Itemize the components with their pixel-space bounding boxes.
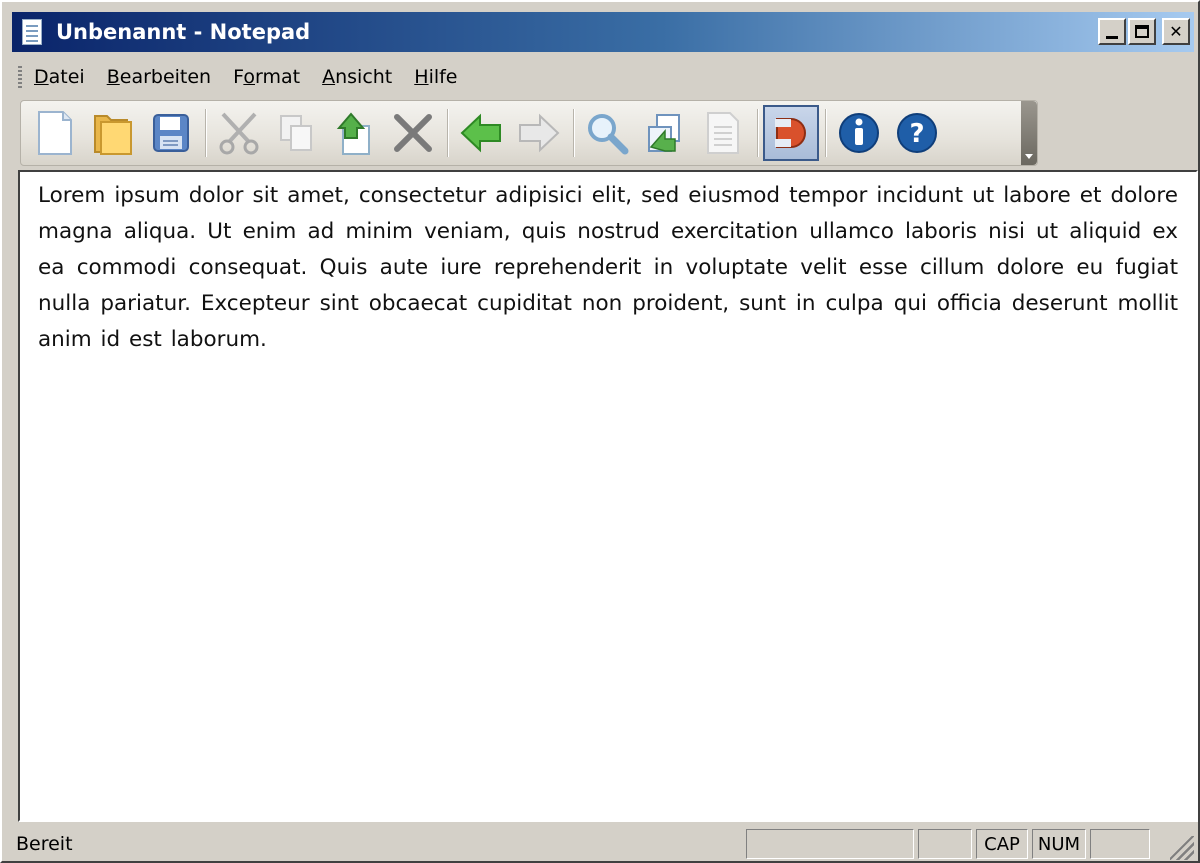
page-setup-icon — [707, 112, 739, 154]
delete-button[interactable] — [385, 105, 441, 161]
info-button[interactable] — [831, 105, 887, 161]
toolbar-separator — [825, 109, 827, 157]
status-bar: Bereit CAP NUM — [12, 828, 1194, 860]
minimize-icon — [1106, 36, 1118, 39]
paste-icon — [336, 112, 370, 155]
text-editor-area[interactable]: Lorem ipsum dolor sit amet, consectetur … — [18, 170, 1198, 822]
toolbar-separator — [447, 109, 449, 157]
help-icon: ? — [897, 113, 937, 153]
toolbar-separator — [205, 109, 207, 157]
menu-ansicht[interactable]: Ansicht — [316, 66, 408, 88]
status-panel-position — [746, 829, 914, 859]
redo-arrow-icon — [519, 113, 560, 153]
redo-button[interactable] — [511, 105, 567, 161]
new-button[interactable] — [27, 105, 83, 161]
word-wrap-toggle[interactable] — [763, 105, 819, 161]
toolbar: ? — [20, 100, 1038, 166]
find-icon — [588, 114, 629, 155]
copy-icon — [280, 115, 312, 151]
menu-datei[interactable]: Datei — [28, 66, 101, 88]
caption-buttons: ✕ — [1098, 18, 1190, 45]
open-folder-icon — [94, 115, 132, 155]
menu-hilfe[interactable]: Hilfe — [408, 66, 473, 88]
status-panel-scroll — [1090, 829, 1150, 859]
title-bar[interactable]: Unbenannt - Notepad ✕ — [12, 12, 1194, 52]
menu-bar: Datei Bearbeiten Format Ansicht Hilfe — [12, 58, 1194, 96]
replace-icon — [648, 114, 680, 152]
info-icon — [839, 113, 879, 153]
notepad-window: Unbenannt - Notepad ✕ Datei Bearbeiten F… — [0, 0, 1200, 863]
delete-icon — [394, 114, 432, 152]
minimize-button[interactable] — [1098, 18, 1126, 45]
notepad-app-icon[interactable] — [18, 17, 46, 47]
cut-button[interactable] — [211, 105, 267, 161]
status-num-indicator: NUM — [1032, 829, 1086, 859]
menu-bearbeiten[interactable]: Bearbeiten — [101, 66, 227, 88]
page-setup-button[interactable] — [695, 105, 751, 161]
undo-button[interactable] — [453, 105, 509, 161]
status-panel-blank — [918, 829, 972, 859]
find-button[interactable] — [579, 105, 635, 161]
menu-grip-handle[interactable] — [18, 66, 22, 88]
status-text: Bereit — [16, 833, 73, 855]
toolbar-overflow-chevron[interactable] — [1021, 101, 1037, 165]
new-document-icon — [38, 111, 72, 155]
save-icon — [153, 114, 189, 152]
maximize-icon — [1135, 25, 1149, 38]
save-button[interactable] — [143, 105, 199, 161]
maximize-button[interactable] — [1128, 18, 1156, 45]
cut-icon — [219, 112, 259, 155]
editor-content[interactable]: Lorem ipsum dolor sit amet, consectetur … — [38, 178, 1178, 358]
menu-format[interactable]: Format — [227, 66, 316, 88]
toolbar-separator — [757, 109, 759, 157]
copy-button[interactable] — [269, 105, 325, 161]
toolbar-separator — [573, 109, 575, 157]
svg-text:?: ? — [909, 119, 924, 149]
undo-arrow-icon — [460, 113, 501, 153]
help-button[interactable]: ? — [889, 105, 945, 161]
paste-button[interactable] — [327, 105, 383, 161]
status-cap-indicator: CAP — [976, 829, 1028, 859]
resize-grip[interactable] — [1170, 836, 1194, 860]
close-icon: ✕ — [1169, 22, 1183, 41]
replace-button[interactable] — [637, 105, 693, 161]
window-title: Unbenannt - Notepad — [56, 20, 311, 44]
open-button[interactable] — [85, 105, 141, 161]
word-wrap-icon — [775, 118, 806, 148]
close-button[interactable]: ✕ — [1162, 18, 1190, 45]
